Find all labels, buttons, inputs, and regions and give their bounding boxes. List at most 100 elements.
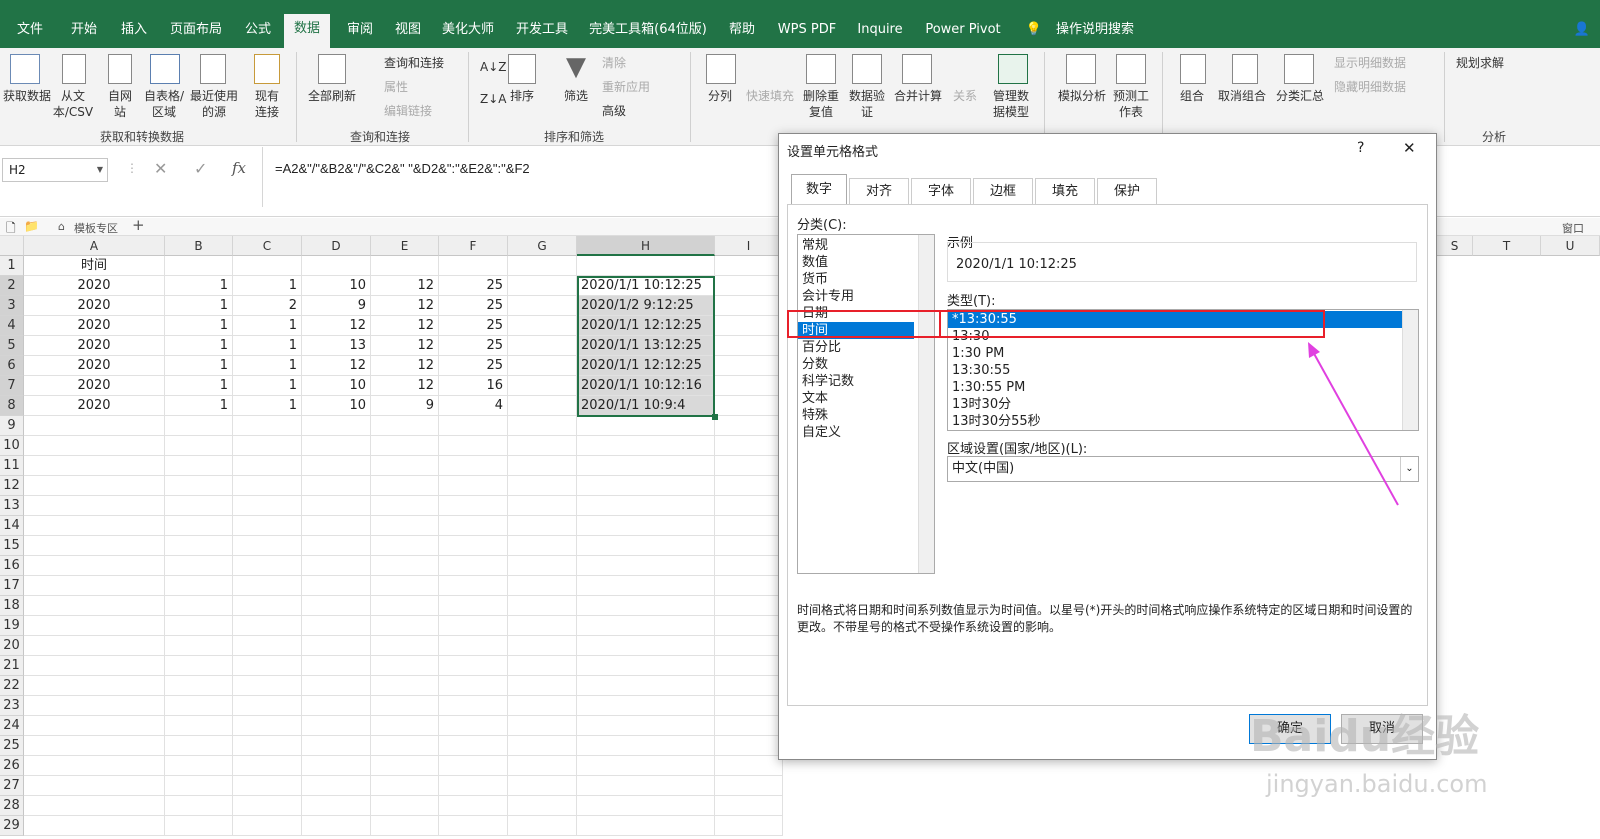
type-item[interactable]: 1:30:55 PM	[948, 379, 1402, 396]
cell-a[interactable]	[24, 636, 165, 656]
tab-alignment[interactable]: 对齐	[849, 178, 909, 204]
row-header[interactable]: 13	[0, 496, 24, 516]
row-header[interactable]: 23	[0, 696, 24, 716]
cell-d[interactable]	[302, 476, 371, 496]
cell-c[interactable]	[233, 256, 302, 276]
cell-f[interactable]	[439, 636, 508, 656]
row-header[interactable]: 21	[0, 656, 24, 676]
cell-h[interactable]: 2020/1/1 12:12:25	[577, 356, 715, 376]
from-csv-button[interactable]: 从文本/CSV	[48, 88, 98, 120]
window-button[interactable]: 窗口	[1562, 220, 1584, 236]
cell-g[interactable]	[508, 616, 577, 636]
row-header[interactable]: 8	[0, 396, 24, 416]
category-item[interactable]: 常规	[798, 237, 914, 254]
cell-c[interactable]	[233, 476, 302, 496]
cell-c[interactable]	[233, 576, 302, 596]
cell-d[interactable]	[302, 656, 371, 676]
cell-e[interactable]	[371, 736, 439, 756]
cell-a[interactable]	[24, 596, 165, 616]
tab-beautify[interactable]: 美化大师	[436, 18, 500, 48]
tab-page-layout[interactable]: 页面布局	[166, 18, 226, 48]
cell-b[interactable]: 1	[165, 376, 233, 396]
column-header-d[interactable]: D	[302, 236, 371, 256]
fill-handle[interactable]	[712, 414, 718, 420]
cell-a[interactable]	[24, 716, 165, 736]
category-item[interactable]: 数值	[798, 254, 914, 271]
row-header[interactable]: 6	[0, 356, 24, 376]
cell-g[interactable]	[508, 776, 577, 796]
cell-c[interactable]	[233, 496, 302, 516]
cell-h[interactable]	[577, 816, 715, 836]
cell-f[interactable]	[439, 436, 508, 456]
row-header[interactable]: 15	[0, 536, 24, 556]
row-header[interactable]: 11	[0, 456, 24, 476]
column-header-e[interactable]: E	[371, 236, 439, 256]
text-to-columns-button[interactable]: 分列	[700, 88, 740, 104]
cell-c[interactable]	[233, 596, 302, 616]
cell-h[interactable]	[577, 476, 715, 496]
folder-icon[interactable]: 📁	[24, 219, 39, 233]
cell-c[interactable]	[233, 516, 302, 536]
column-header-c[interactable]: C	[233, 236, 302, 256]
row-header[interactable]: 1	[0, 256, 24, 276]
row-header[interactable]: 26	[0, 756, 24, 776]
cell-d[interactable]: 9	[302, 296, 371, 316]
row-header[interactable]: 10	[0, 436, 24, 456]
cell-b[interactable]: 1	[165, 276, 233, 296]
cell-d[interactable]: 10	[302, 276, 371, 296]
edit-links-button[interactable]: 编辑链接	[384, 102, 432, 119]
tab-insert[interactable]: 插入	[114, 18, 154, 48]
cell-f[interactable]: 16	[439, 376, 508, 396]
cancel-icon[interactable]: ✕	[154, 159, 167, 178]
cell-a[interactable]: 时间	[24, 256, 165, 276]
cell-c[interactable]: 1	[233, 356, 302, 376]
cell-i[interactable]	[715, 376, 783, 396]
cell-a[interactable]	[24, 736, 165, 756]
category-item[interactable]: 会计专用	[798, 288, 914, 305]
cell-f[interactable]	[439, 656, 508, 676]
cell-i[interactable]	[715, 516, 783, 536]
row-header[interactable]: 7	[0, 376, 24, 396]
cell-f[interactable]	[439, 256, 508, 276]
tab-file[interactable]: 文件	[10, 18, 50, 48]
cell-e[interactable]	[371, 556, 439, 576]
cell-i[interactable]	[715, 596, 783, 616]
refresh-all-button[interactable]: 全部刷新	[304, 88, 360, 104]
cell-i[interactable]	[715, 756, 783, 776]
cell-e[interactable]	[371, 636, 439, 656]
cell-c[interactable]	[233, 816, 302, 836]
hide-detail-button[interactable]: 隐藏明细数据	[1334, 78, 1406, 95]
cell-a[interactable]	[24, 696, 165, 716]
cell-d[interactable]	[302, 636, 371, 656]
cell-h[interactable]	[577, 676, 715, 696]
row-header[interactable]: 20	[0, 636, 24, 656]
cell-c[interactable]: 1	[233, 276, 302, 296]
cell-g[interactable]	[508, 476, 577, 496]
cell-b[interactable]	[165, 656, 233, 676]
cell-b[interactable]	[165, 816, 233, 836]
cell-g[interactable]	[508, 436, 577, 456]
sort-desc-icon[interactable]: Z↓A	[480, 92, 506, 106]
cell-h[interactable]: 2020/1/1 10:12:25	[577, 276, 715, 296]
cell-d[interactable]	[302, 416, 371, 436]
row-header[interactable]: 29	[0, 816, 24, 836]
cell-b[interactable]	[165, 796, 233, 816]
manage-data-model-button[interactable]: 管理数据模型	[988, 88, 1034, 120]
cell-c[interactable]	[233, 416, 302, 436]
column-header-a[interactable]: A	[24, 236, 165, 256]
cell-b[interactable]	[165, 716, 233, 736]
forecast-sheet-button[interactable]: 预测工作表	[1110, 88, 1152, 120]
sort-button[interactable]: 排序	[504, 88, 540, 104]
cell-b[interactable]	[165, 596, 233, 616]
cell-i[interactable]	[715, 276, 783, 296]
cell-a[interactable]: 2020	[24, 336, 165, 356]
cell-g[interactable]	[508, 376, 577, 396]
tab-protection[interactable]: 保护	[1097, 178, 1157, 204]
cell-b[interactable]: 1	[165, 356, 233, 376]
cell-h[interactable]	[577, 516, 715, 536]
column-header-i[interactable]: I	[715, 236, 783, 256]
cell-e[interactable]	[371, 436, 439, 456]
from-web-button[interactable]: 自网站	[104, 88, 136, 120]
cell-h[interactable]	[577, 536, 715, 556]
cell-a[interactable]	[24, 656, 165, 676]
